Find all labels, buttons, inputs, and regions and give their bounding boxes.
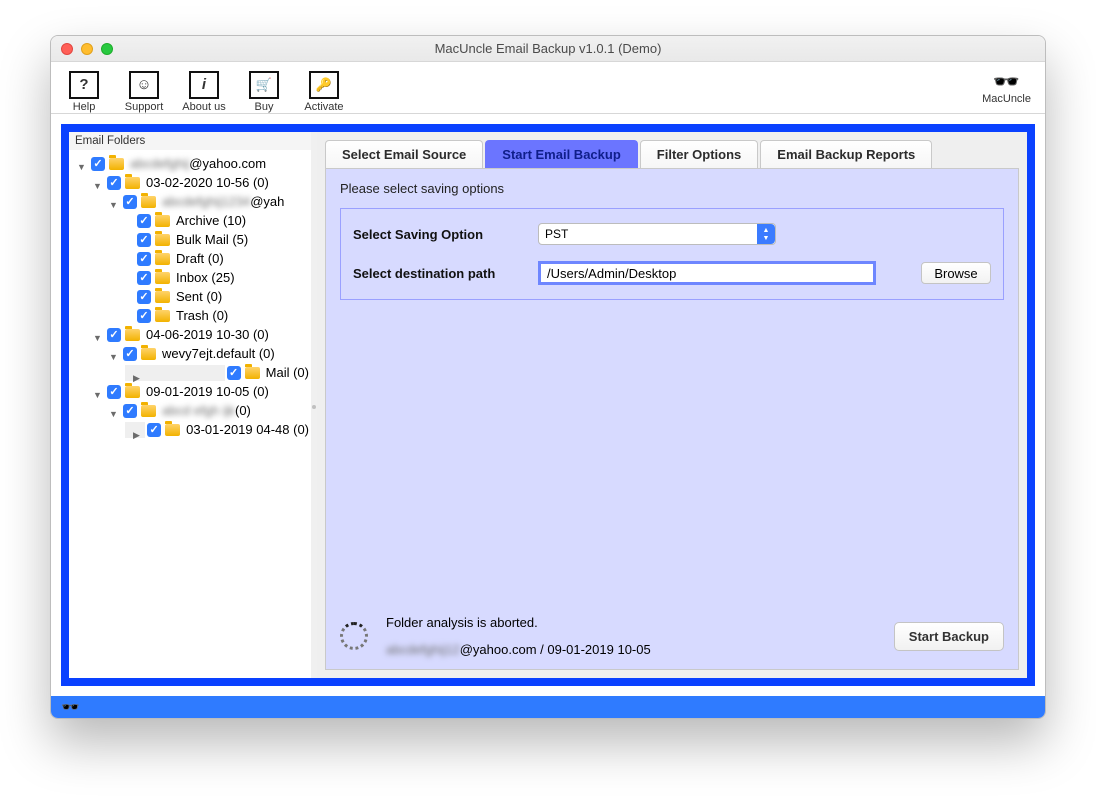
- buy-button[interactable]: 🛒 Buy: [239, 63, 289, 113]
- folder-tree[interactable]: abcdefghij@yahoo.com 03-02-2020 10-56 (0…: [69, 150, 311, 678]
- content-pane: Select Email Source Start Email Backup F…: [317, 132, 1027, 678]
- tab-start-backup[interactable]: Start Email Backup: [485, 140, 638, 168]
- tree-node[interactable]: 09-01-2019 10-05 (0): [71, 382, 309, 401]
- checkbox[interactable]: [137, 309, 151, 323]
- about-button[interactable]: i About us: [179, 63, 229, 113]
- folder-icon: [155, 234, 170, 246]
- saving-option-label: Select Saving Option: [353, 227, 538, 242]
- disclosure-icon[interactable]: [93, 177, 105, 189]
- tree-node[interactable]: Mail (0): [71, 363, 309, 382]
- main-frame: Email Folders abcdefghij@yahoo.com 03-02…: [61, 124, 1035, 686]
- toolbar: ? Help ☺ Support i About us 🛒 Buy 🔑 Acti…: [51, 62, 1045, 114]
- saving-option-select[interactable]: PST: [538, 223, 776, 245]
- tree-leaf[interactable]: Archive (10): [71, 211, 309, 230]
- disclosure-icon[interactable]: [93, 386, 105, 398]
- checkbox[interactable]: [137, 233, 151, 247]
- tree-leaf[interactable]: Inbox (25): [71, 268, 309, 287]
- folder-icon: [155, 215, 170, 227]
- cart-icon: 🛒: [249, 71, 279, 99]
- folder-icon: [245, 367, 260, 379]
- checkbox[interactable]: [107, 385, 121, 399]
- tab-reports[interactable]: Email Backup Reports: [760, 140, 932, 168]
- tree-header: Email Folders: [69, 132, 311, 150]
- checkbox[interactable]: [227, 366, 241, 380]
- key-icon: 🔑: [309, 71, 339, 99]
- titlebar: MacUncle Email Backup v1.0.1 (Demo): [51, 36, 1045, 62]
- tree-node[interactable]: abcd efgh ijk (0): [71, 401, 309, 420]
- status-line-1: Folder analysis is aborted.: [386, 615, 651, 630]
- folder-icon: [155, 272, 170, 284]
- folder-icon: [109, 158, 124, 170]
- folder-tree-pane: Email Folders abcdefghij@yahoo.com 03-02…: [69, 132, 311, 678]
- help-button[interactable]: ? Help: [59, 63, 109, 113]
- window-title: MacUncle Email Backup v1.0.1 (Demo): [51, 41, 1045, 56]
- options-box: Select Saving Option PST Select destinat…: [340, 208, 1004, 300]
- checkbox[interactable]: [137, 214, 151, 228]
- info-icon: i: [189, 71, 219, 99]
- disclosure-icon[interactable]: [109, 348, 121, 360]
- start-backup-button[interactable]: Start Backup: [894, 622, 1004, 651]
- footer-bar: 🕶️: [51, 696, 1045, 718]
- tree-node[interactable]: 04-06-2019 10-30 (0): [71, 325, 309, 344]
- folder-icon: [165, 424, 180, 436]
- support-button[interactable]: ☺ Support: [119, 63, 169, 113]
- brand-icon: 🕶️: [982, 71, 1031, 93]
- tab-bar: Select Email Source Start Email Backup F…: [325, 140, 1019, 168]
- checkbox[interactable]: [137, 290, 151, 304]
- folder-icon: [155, 291, 170, 303]
- folder-icon: [141, 348, 156, 360]
- app-window: MacUncle Email Backup v1.0.1 (Demo) ? He…: [50, 35, 1046, 719]
- checkbox[interactable]: [123, 347, 137, 361]
- disclosure-icon[interactable]: [77, 158, 89, 170]
- checkbox[interactable]: [137, 252, 151, 266]
- checkbox[interactable]: [91, 157, 105, 171]
- tree-root[interactable]: abcdefghij@yahoo.com: [71, 154, 309, 173]
- help-icon: ?: [69, 71, 99, 99]
- folder-icon: [141, 405, 156, 417]
- tree-node[interactable]: wevy7ejt.default (0): [71, 344, 309, 363]
- tree-leaf[interactable]: Bulk Mail (5): [71, 230, 309, 249]
- checkbox[interactable]: [107, 176, 121, 190]
- brand-logo: 🕶️ MacUncle: [982, 71, 1031, 105]
- tree-leaf[interactable]: Draft (0): [71, 249, 309, 268]
- status-line-2: abcdefghij12@yahoo.com / 09-01-2019 10-0…: [386, 642, 651, 657]
- disclosure-icon[interactable]: [125, 422, 145, 438]
- disclosure-icon[interactable]: [109, 196, 121, 208]
- tab-select-source[interactable]: Select Email Source: [325, 140, 483, 168]
- folder-icon: [125, 177, 140, 189]
- spinner-icon: [340, 622, 368, 650]
- checkbox[interactable]: [137, 271, 151, 285]
- footer-icon: 🕶️: [61, 698, 80, 716]
- checkbox[interactable]: [123, 404, 137, 418]
- folder-icon: [141, 196, 156, 208]
- browse-button[interactable]: Browse: [921, 262, 991, 284]
- tree-node[interactable]: 03-02-2020 10-56 (0): [71, 173, 309, 192]
- folder-icon: [155, 310, 170, 322]
- folder-icon: [155, 253, 170, 265]
- disclosure-icon[interactable]: [109, 405, 121, 417]
- destination-path-input[interactable]: [538, 261, 876, 285]
- activate-button[interactable]: 🔑 Activate: [299, 63, 349, 113]
- splitter[interactable]: [311, 132, 317, 678]
- checkbox[interactable]: [123, 195, 137, 209]
- disclosure-icon[interactable]: [93, 329, 105, 341]
- checkbox[interactable]: [147, 423, 161, 437]
- disclosure-icon[interactable]: [125, 365, 225, 381]
- tab-body: Please select saving options Select Savi…: [325, 168, 1019, 670]
- tree-node[interactable]: abcdefghij1234@yah: [71, 192, 309, 211]
- tab-filter-options[interactable]: Filter Options: [640, 140, 759, 168]
- tree-leaf[interactable]: Trash (0): [71, 306, 309, 325]
- tree-node[interactable]: 03-01-2019 04-48 (0): [71, 420, 309, 439]
- select-stepper-icon: [757, 224, 775, 244]
- checkbox[interactable]: [107, 328, 121, 342]
- folder-icon: [125, 386, 140, 398]
- tree-leaf[interactable]: Sent (0): [71, 287, 309, 306]
- destination-path-label: Select destination path: [353, 266, 538, 281]
- support-icon: ☺: [129, 71, 159, 99]
- folder-icon: [125, 329, 140, 341]
- status-area: Folder analysis is aborted. abcdefghij12…: [340, 605, 1004, 657]
- prompt-text: Please select saving options: [340, 181, 1004, 196]
